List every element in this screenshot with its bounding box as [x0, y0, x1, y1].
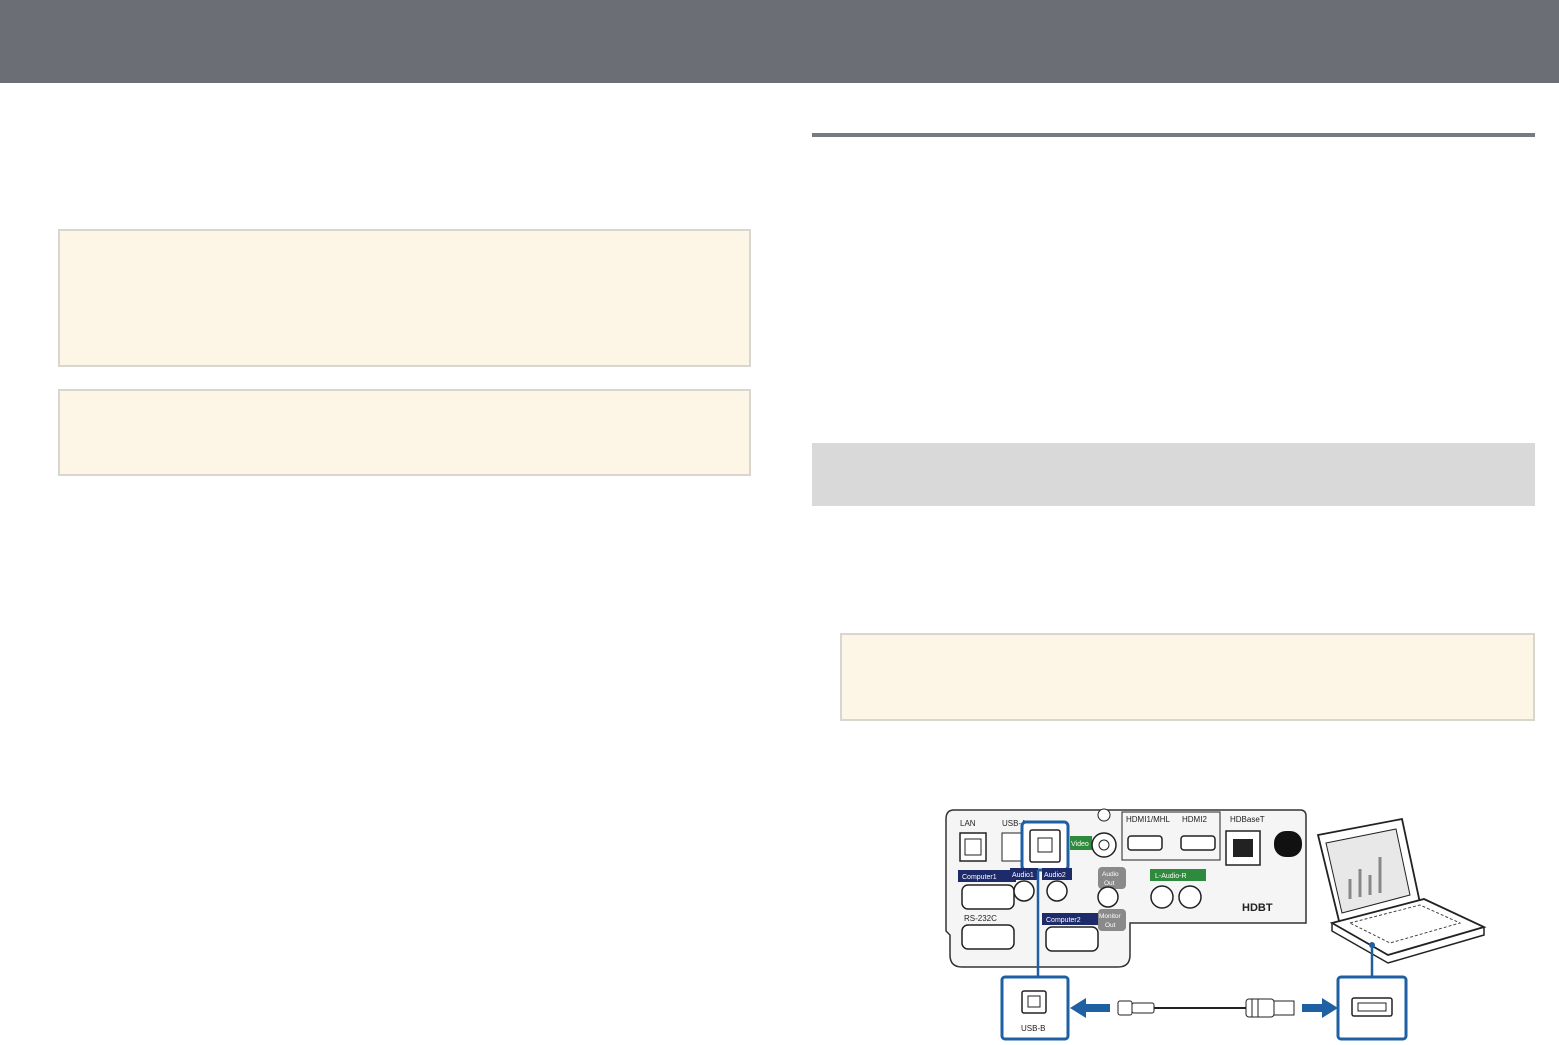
- usb-a-port-icon: [1001, 832, 1023, 862]
- label-audio2: Audio2: [1044, 872, 1066, 879]
- audio1-jack: [1013, 880, 1035, 902]
- audio-l-jack: [1150, 885, 1174, 909]
- usb-b-callout-port: [1021, 990, 1047, 1014]
- hdbt-logo: HDBT: [1242, 902, 1273, 914]
- audio2-jack: [1046, 880, 1068, 902]
- laptop-icon: [1316, 817, 1487, 964]
- note-box-1: [58, 229, 751, 367]
- label-monitor-out-1: Monitor: [1099, 913, 1122, 920]
- arrow-right-icon: [1302, 998, 1338, 1018]
- label-usb-b: USB-B: [1021, 1024, 1045, 1033]
- hdmi1-port: [1127, 835, 1163, 851]
- rs232c-port: [961, 924, 1015, 950]
- label-computer1: Computer1: [962, 874, 997, 881]
- hdbaset-port-inner: [1233, 839, 1253, 857]
- label-audio-out-1: Audio: [1102, 871, 1119, 878]
- label-rs232c: RS-232C: [964, 914, 997, 923]
- label-computer2: Computer2: [1046, 917, 1081, 924]
- usb-b-port-icon: [1029, 829, 1061, 863]
- laptop-callout-dot: [1369, 942, 1375, 948]
- lan-port: [959, 832, 987, 862]
- label-lan: LAN: [960, 819, 976, 828]
- label-audio-out-2: Out: [1104, 880, 1115, 887]
- label-hdmi1: HDMI1/MHL: [1126, 815, 1171, 824]
- note-box-3: [840, 633, 1535, 721]
- arrow-left-icon: [1070, 998, 1110, 1018]
- section-heading-band: [812, 443, 1535, 506]
- section-rule: [812, 133, 1535, 137]
- computer2-port: [1045, 926, 1099, 952]
- label-hdmi2: HDMI2: [1182, 815, 1207, 824]
- label-monitor-out-2: Out: [1105, 922, 1116, 929]
- hdmi2-port: [1180, 835, 1216, 851]
- computer1-port: [961, 884, 1015, 910]
- label-audio1: Audio1: [1012, 872, 1034, 879]
- audio-r-jack: [1178, 885, 1202, 909]
- audio-out-jack: [1097, 886, 1119, 908]
- usb-cable-icon: [1117, 998, 1295, 1018]
- label-hdbaset: HDBaseT: [1230, 815, 1265, 824]
- label-l-audio-r: L-Audio-R: [1155, 873, 1187, 880]
- screw-top: [1097, 808, 1111, 822]
- security-slot: [1274, 831, 1302, 857]
- page-header-bar: [0, 0, 1559, 83]
- label-video: Video: [1071, 841, 1089, 848]
- note-box-2: [58, 389, 751, 476]
- video-jack: [1091, 832, 1117, 858]
- usb-connection-diagram: LAN LAN USB-A Video HDMI1/MHL HDMI2 HDBa…: [945, 808, 1487, 1041]
